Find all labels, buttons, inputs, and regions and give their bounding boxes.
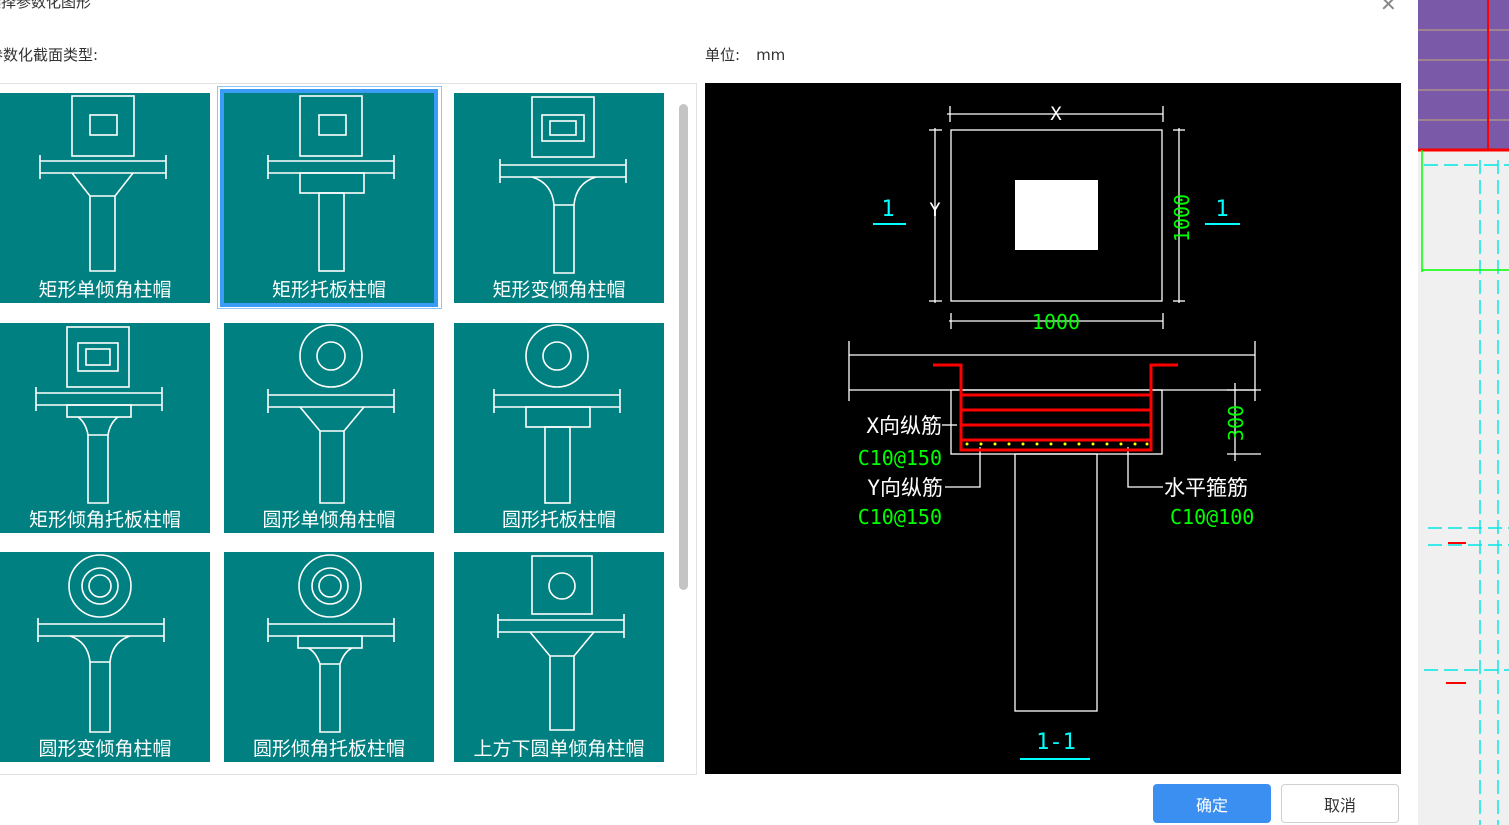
close-icon[interactable]: ✕ — [1380, 0, 1397, 16]
ok-button[interactable]: 确定 — [1153, 784, 1271, 823]
dim-y-text: Y — [929, 199, 941, 221]
rebar-x-label: X向纵筋 — [866, 414, 942, 438]
tile-circle-single-slope-cap[interactable]: 圆形单倾角柱帽 — [224, 323, 434, 533]
stirrup-value: C10@100 — [1170, 505, 1254, 529]
tile-rect-single-slope-cap[interactable]: 矩形单倾角柱帽 — [0, 93, 210, 303]
rebar-y-label: Y向纵筋 — [867, 476, 943, 500]
tile-rect-variable-slope-cap[interactable]: 矩形变倾角柱帽 — [454, 93, 664, 303]
dim-thickness-text: 300 — [1224, 405, 1248, 441]
tile-label: 矩形托板柱帽 — [271, 279, 386, 301]
section-mark-left: 1 — [881, 197, 894, 222]
rect-plate-cap-icon — [267, 95, 395, 272]
rebar-y-value: C10@150 — [858, 505, 942, 529]
tile-label: 圆形托板柱帽 — [501, 509, 616, 531]
rect-variable-slope-cap-icon — [499, 96, 627, 274]
rect-slope-plate-cap-icon — [35, 326, 163, 504]
tile-label: 圆形单倾角柱帽 — [262, 509, 396, 531]
rect-single-slope-cap-icon — [39, 95, 167, 272]
background-drawing — [1418, 0, 1509, 825]
tile-circle-variable-slope-cap[interactable]: 圆形变倾角柱帽 — [0, 552, 210, 762]
tile-label: 矩形单倾角柱帽 — [38, 279, 172, 301]
dim-width-text: 1000 — [1032, 310, 1080, 334]
tile-square-top-circle-bottom-cap[interactable]: 上方下圆单倾角柱帽 — [454, 552, 664, 762]
section-mark-right: 1 — [1215, 197, 1228, 222]
tile-rect-plate-cap[interactable]: 矩形托板柱帽 — [220, 89, 438, 307]
gallery-scrollbar[interactable] — [679, 104, 688, 590]
stirrup-dots — [965, 442, 1149, 446]
tile-rect-slope-plate-cap[interactable]: 矩形倾角托板柱帽 — [0, 323, 210, 533]
tile-label: 上方下圆单倾角柱帽 — [473, 738, 645, 760]
square-top-circle-bottom-cap-icon — [497, 555, 625, 731]
circle-plate-cap-icon — [493, 324, 621, 504]
dim-height-text: 1000 — [1170, 194, 1194, 242]
tile-circle-plate-cap[interactable]: 圆形托板柱帽 — [454, 323, 664, 533]
tile-label: 圆形变倾角柱帽 — [38, 738, 172, 760]
circle-variable-slope-cap-icon — [37, 554, 165, 733]
unit-label: 单位: mm — [705, 44, 785, 65]
stirrup-label: 水平箍筋 — [1164, 476, 1248, 500]
cancel-button[interactable]: 取消 — [1281, 784, 1399, 823]
unit-label-text: 单位: — [705, 46, 741, 64]
dialog-title: 选择参数化图形 — [0, 0, 92, 11]
section-type-label: 参数化截面类型: — [0, 46, 99, 64]
tile-label: 矩形变倾角柱帽 — [492, 279, 626, 301]
circle-slope-plate-cap-icon — [267, 554, 395, 733]
column-plan-block — [1015, 180, 1098, 250]
rebar-x-value: C10@150 — [858, 446, 942, 470]
tile-circle-slope-plate-cap[interactable]: 圆形倾角托板柱帽 — [224, 552, 434, 762]
background-cad-window — [1418, 0, 1509, 825]
tile-label: 矩形倾角托板柱帽 — [28, 509, 181, 531]
circle-single-slope-cap-icon — [267, 324, 395, 504]
section-preview: X Y 1000 1000 300 1 1 1-1 X向纵筋 C10@150 Y… — [705, 83, 1401, 774]
dim-x-text: X — [1050, 103, 1062, 125]
section-title: 1-1 — [1036, 730, 1076, 755]
tile-label: 圆形倾角托板柱帽 — [252, 738, 405, 760]
unit-value: mm — [756, 46, 786, 64]
preview-drawing: X Y 1000 1000 300 1 1 1-1 X向纵筋 C10@150 Y… — [848, 103, 1261, 760]
